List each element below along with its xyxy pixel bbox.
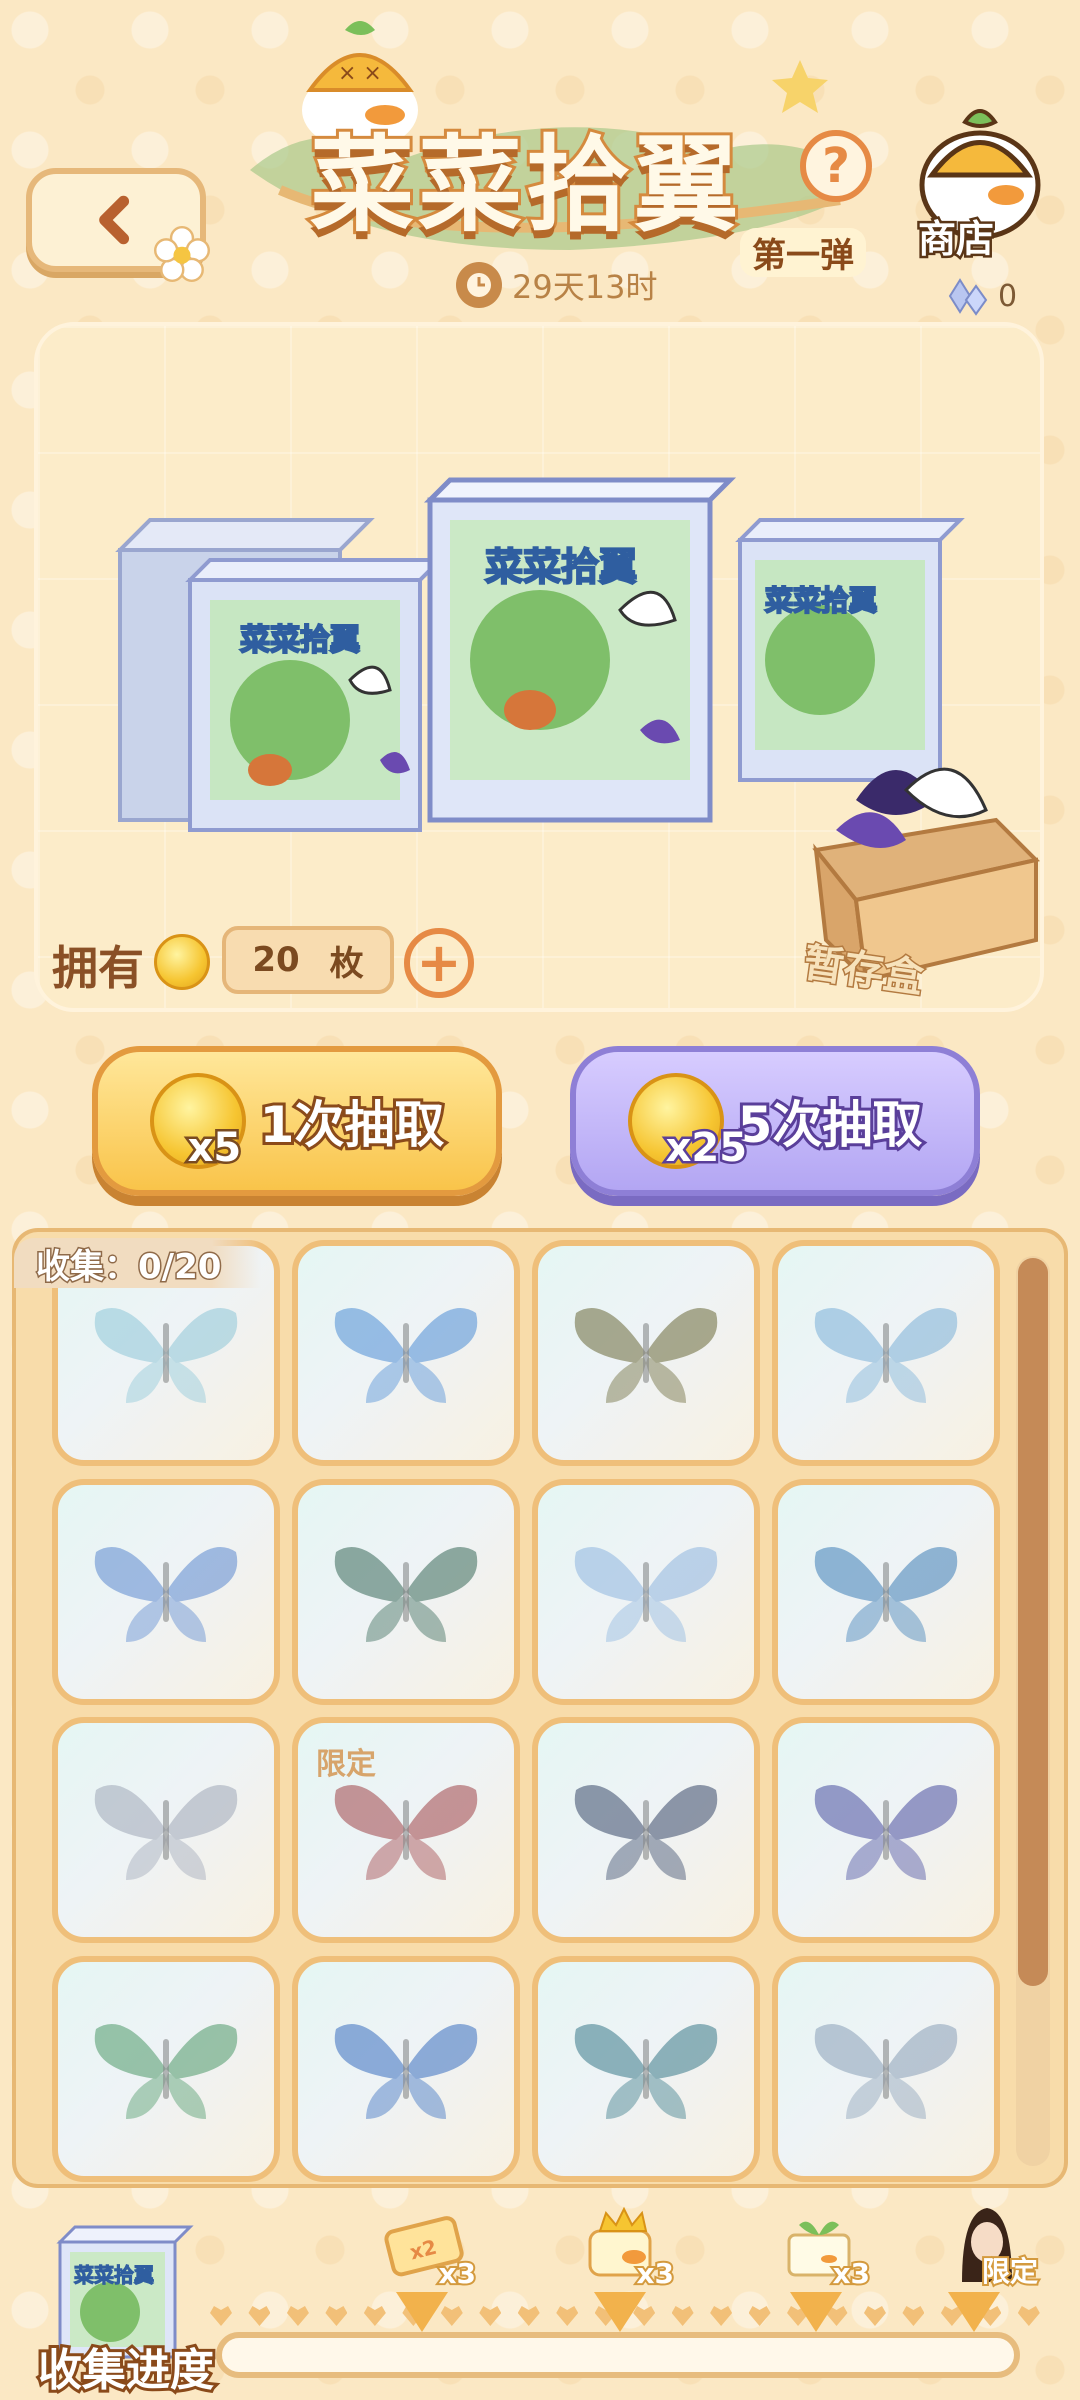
gem-count-value: 0 bbox=[998, 278, 1018, 314]
butterfly-card[interactable]: 限定 bbox=[292, 1717, 520, 1943]
draw-five-button[interactable]: x25 5次抽取 bbox=[570, 1046, 980, 1196]
draw-once-button[interactable]: x5 1次抽取 bbox=[92, 1046, 502, 1196]
butterfly-card[interactable] bbox=[292, 1240, 520, 1466]
reward-character-tag: 限定 bbox=[980, 2253, 1040, 2290]
butterfly-icon bbox=[94, 1308, 238, 1403]
butterfly-icon bbox=[334, 1308, 478, 1403]
butterfly-icon bbox=[334, 1546, 478, 1642]
shop-button-label[interactable]: 商店 bbox=[915, 208, 996, 264]
collection-count-badge: 收集：0/20 bbox=[14, 1238, 262, 1288]
progress-heart-icon bbox=[517, 2306, 540, 2326]
collection-scrollbar-thumb[interactable] bbox=[1018, 1258, 1048, 1986]
butterfly-icon bbox=[814, 1546, 958, 1642]
butterfly-collection-grid: 限定 bbox=[52, 1240, 1012, 2182]
collection-progress-bar bbox=[216, 2332, 1020, 2378]
help-button[interactable]: ? bbox=[800, 130, 872, 202]
chevron-left-icon bbox=[99, 195, 130, 245]
draw-five-cost: x25 bbox=[663, 1123, 749, 1174]
svg-text:菜菜拾翼: 菜菜拾翼 bbox=[73, 2263, 154, 2287]
reward-duck-crown[interactable]: x3 bbox=[568, 2190, 678, 2300]
svg-text:菜菜拾翼: 菜菜拾翼 bbox=[485, 545, 637, 589]
progress-heart-icon bbox=[902, 2306, 925, 2326]
clock-icon bbox=[456, 262, 502, 308]
owned-coins-label: 拥有 bbox=[52, 941, 144, 995]
crystal-gem-icon bbox=[948, 278, 988, 316]
timer-text: 29天13时 bbox=[512, 268, 658, 306]
page-title: 菜菜拾翼 bbox=[307, 121, 743, 249]
butterfly-icon bbox=[814, 2023, 958, 2119]
svg-text:菜菜拾翼: 菜菜拾翼 bbox=[765, 584, 877, 617]
butterfly-icon bbox=[94, 1546, 238, 1642]
butterfly-card[interactable] bbox=[772, 1240, 1000, 1466]
reward-sprout-block-mult: x3 bbox=[830, 2255, 871, 2292]
progress-heart-icon bbox=[248, 2306, 271, 2326]
butterfly-icon bbox=[814, 1308, 958, 1403]
svg-text:× ×: × × bbox=[338, 61, 382, 86]
reward-ticket[interactable]: x2 x3 bbox=[370, 2190, 480, 2300]
butterfly-icon bbox=[574, 1308, 718, 1403]
plus-icon: + bbox=[416, 931, 462, 994]
butterfly-card[interactable] bbox=[532, 1717, 760, 1943]
progress-heart-icon bbox=[286, 2306, 309, 2326]
event-timer: 29天13时 bbox=[456, 262, 657, 308]
butterfly-icon bbox=[574, 1785, 718, 1880]
reward-ticket-mult: x3 bbox=[436, 2255, 477, 2292]
butterfly-card[interactable] bbox=[292, 1955, 520, 2182]
progress-heart-icon bbox=[748, 2306, 771, 2326]
back-button[interactable] bbox=[26, 168, 210, 282]
svg-text:菜菜拾翼: 菜菜拾翼 bbox=[240, 623, 360, 658]
progress-heart-icon bbox=[710, 2306, 733, 2326]
help-icon: ? bbox=[822, 138, 850, 194]
draw-once-label: 1次抽取 bbox=[257, 1093, 448, 1157]
collection-progress-label: 收集进度 bbox=[35, 2342, 217, 2399]
butterfly-card[interactable] bbox=[52, 1478, 280, 1705]
progress-heart-icon bbox=[863, 2306, 886, 2326]
clover-coin-icon: x25 bbox=[627, 1073, 750, 1174]
add-coins-button[interactable]: + bbox=[404, 928, 474, 998]
butterfly-icon bbox=[334, 1785, 478, 1880]
reward-duck-crown-mult: x3 bbox=[634, 2255, 675, 2292]
progress-heart-icon bbox=[325, 2306, 348, 2326]
progress-heart-icon bbox=[210, 2306, 232, 2326]
butterfly-card[interactable] bbox=[292, 1478, 520, 1705]
progress-heart-icon bbox=[479, 2306, 502, 2326]
progress-heart-icon bbox=[671, 2306, 694, 2326]
reward-character[interactable]: 限定 bbox=[932, 2190, 1042, 2300]
butterfly-icon bbox=[814, 1785, 958, 1880]
butterfly-card[interactable] bbox=[532, 1955, 760, 2182]
owned-coins-value: 20 bbox=[252, 940, 300, 980]
flower-decoration-icon bbox=[154, 226, 210, 282]
page-subtitle: 第一弹 bbox=[740, 228, 866, 277]
butterfly-card[interactable] bbox=[772, 1478, 1000, 1705]
limited-tag: 限定 bbox=[316, 1747, 376, 1782]
progress-heart-icon bbox=[363, 2306, 386, 2326]
clover-coin-icon: x5 bbox=[149, 1073, 246, 1174]
gem-counter: 0 bbox=[940, 276, 1017, 316]
butterfly-icon bbox=[334, 2023, 478, 2119]
progress-heart-icon bbox=[556, 2306, 579, 2326]
butterfly-card[interactable] bbox=[772, 1717, 1000, 1943]
owned-coins-field: 20 枚 bbox=[222, 926, 394, 994]
butterfly-card[interactable] bbox=[772, 1955, 1000, 2182]
draw-once-cost: x5 bbox=[185, 1123, 244, 1174]
draw-five-label: 5次抽取 bbox=[735, 1093, 926, 1157]
owned-coins-unit: 枚 bbox=[329, 943, 364, 984]
reward-sprout-block[interactable]: x3 bbox=[764, 2190, 874, 2300]
progress-heart-icon bbox=[1017, 2306, 1040, 2326]
butterfly-icon bbox=[574, 1546, 718, 1642]
butterfly-icon bbox=[94, 1785, 238, 1880]
butterfly-card[interactable] bbox=[532, 1240, 760, 1466]
progress-heart-icon bbox=[440, 2306, 463, 2326]
butterfly-card[interactable] bbox=[52, 1955, 280, 2182]
butterfly-icon bbox=[574, 2023, 718, 2119]
butterfly-icon bbox=[94, 2023, 238, 2119]
clover-coin-icon bbox=[154, 934, 210, 990]
butterfly-card[interactable] bbox=[532, 1478, 760, 1705]
butterfly-card[interactable] bbox=[52, 1717, 280, 1943]
progress-heart-icon bbox=[633, 2306, 656, 2326]
